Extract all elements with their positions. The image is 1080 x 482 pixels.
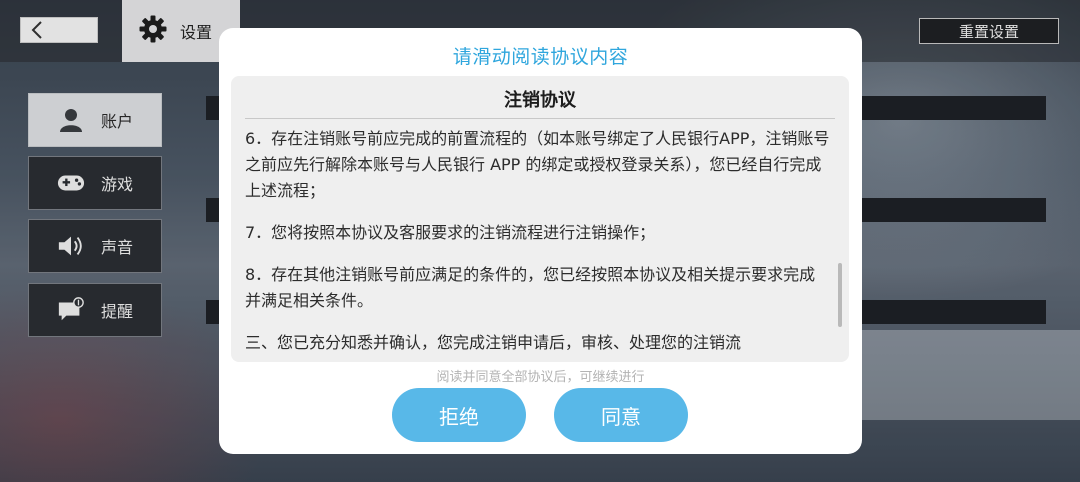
agreement-scroll-area[interactable]: 注销协议 6．存在注销账号前应完成的前置流程的（如本账号绑定了人民银行APP，注…: [231, 76, 849, 362]
agreement-title: 注销协议: [504, 90, 576, 111]
agreement-dialog: 请滑动阅读协议内容 注销协议 6．存在注销账号前应完成的前置流程的（如本账号绑定…: [219, 28, 862, 454]
title-divider: [245, 118, 835, 119]
scrollbar-thumb[interactable]: [838, 263, 842, 327]
agreement-paragraph: 三、您已充分知悉并确认，您完成注销申请后，审核、处理您的注销流: [245, 333, 742, 352]
dialog-title: 请滑动阅读协议内容: [452, 46, 629, 68]
agreement-paragraph: 6．存在注销账号前应完成的前置流程的（如本账号绑定了人民银行APP，注销账号之前…: [245, 129, 830, 200]
agreement-paragraph: 7．您将按照本协议及客服要求的注销流程进行注销操作；: [245, 223, 656, 242]
reject-button[interactable]: 拒绝: [392, 388, 526, 442]
agreement-paragraph: 8．存在其他注销账号前应满足的条件的，您已经按照本协议及相关提示要求完成并满足相…: [245, 265, 816, 310]
agreement-body: 6．存在注销账号前应完成的前置流程的（如本账号绑定了人民银行APP，注销账号之前…: [245, 126, 830, 362]
agreement-hint: 阅读并同意全部协议后，可继续进行: [436, 370, 645, 385]
agree-button[interactable]: 同意: [554, 388, 688, 442]
